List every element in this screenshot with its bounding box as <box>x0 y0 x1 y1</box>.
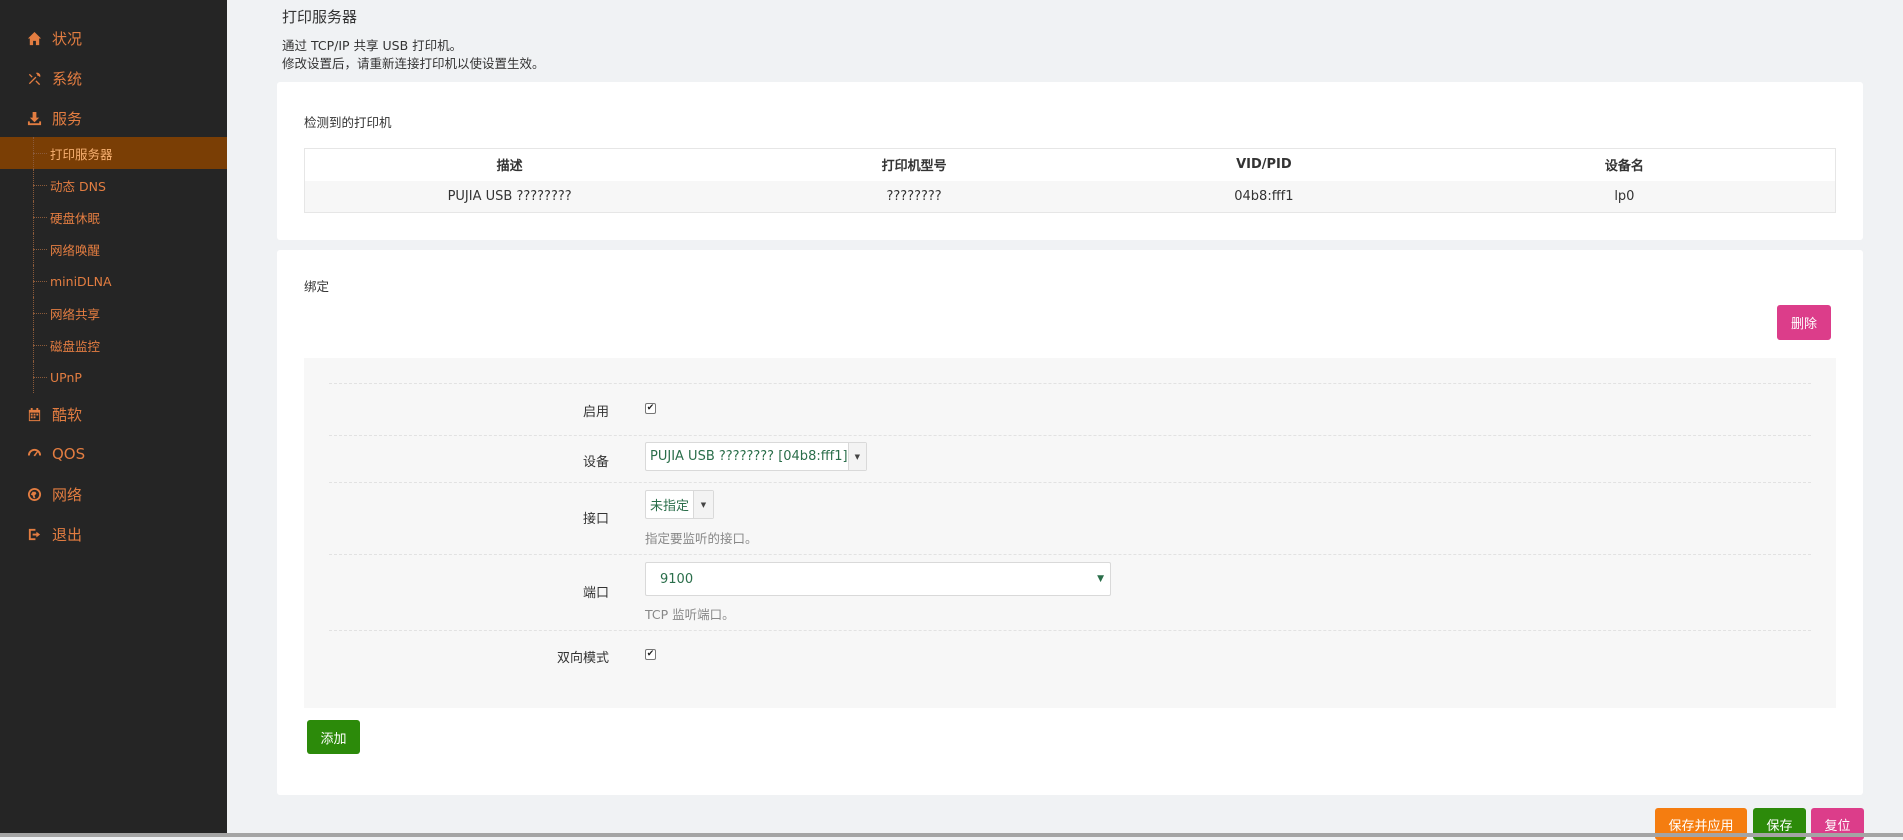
bidirectional-label: 双向模式 <box>556 651 609 666</box>
sidebar: 状况 系统 服务 打印服务器 动态 DNS 硬盘休眠 网络唤醒 miniDLNA… <box>0 0 227 837</box>
tools-icon <box>26 70 42 86</box>
column-header: VID/PID <box>1113 148 1414 181</box>
interface-hint: 指定要监听的接口。 <box>645 531 758 546</box>
bottom-strip <box>0 833 1903 837</box>
sidebar-item-label: 打印服务器 <box>50 146 113 162</box>
sidebar-item-network-share[interactable]: 网络共享 <box>0 297 227 329</box>
sidebar-item-minidlna[interactable]: miniDLNA <box>0 265 227 297</box>
download-icon <box>26 110 42 126</box>
sidebar-item-label: UPnP <box>50 369 82 385</box>
enable-checkbox[interactable]: ✔ <box>645 403 656 414</box>
add-button[interactable]: 添加 <box>307 720 360 754</box>
nav-status-label: 状况 <box>52 29 83 48</box>
sidebar-item-label: 硬盘休眠 <box>50 210 101 226</box>
chevron-down-icon: ▼ <box>1097 574 1104 584</box>
nav-services[interactable]: 服务 <box>0 100 227 136</box>
device-label: 设备 <box>582 455 609 470</box>
nav-logout[interactable]: 退出 <box>0 516 227 552</box>
binding-card: 绑定 删除 启用 ✔ 设备 PUJIA USB ???????? [04b8:f… <box>277 250 1863 795</box>
binding-title: 绑定 <box>304 279 330 294</box>
row-divider <box>329 383 1811 384</box>
nav-system-label: 系统 <box>52 69 83 88</box>
chevron-down-icon: ▼ <box>693 491 713 518</box>
port-select-value: 9100 <box>660 571 694 587</box>
column-header: 打印机型号 <box>714 148 1114 181</box>
enable-label: 启用 <box>582 405 609 420</box>
row-divider <box>329 554 1811 555</box>
nav-logout-label: 退出 <box>52 525 83 544</box>
nav-network[interactable]: 网络 <box>0 476 227 512</box>
device-select[interactable]: PUJIA USB ???????? [04b8:fff1] ▼ <box>645 442 867 471</box>
detected-printers-card: 检测到的打印机 描述 打印机型号 VID/PID 设备名 PUJIA USB ?… <box>277 82 1863 240</box>
port-select[interactable]: 9100 ▼ <box>645 562 1111 596</box>
column-header: 描述 <box>304 148 715 181</box>
delete-button[interactable]: 删除 <box>1777 305 1831 340</box>
services-submenu: 打印服务器 动态 DNS 硬盘休眠 网络唤醒 miniDLNA 网络共享 磁盘监… <box>0 137 227 393</box>
table-cell: lp0 <box>1413 180 1836 213</box>
sidebar-item-label: 网络唤醒 <box>50 242 101 258</box>
interface-label: 接口 <box>582 512 609 527</box>
main-content: 打印服务器 通过 TCP/IP 共享 USB 打印机。 修改设置后，请重新连接打… <box>227 0 1903 840</box>
column-header: 设备名 <box>1413 148 1836 181</box>
nav-software-label: 酷软 <box>52 405 83 424</box>
table-header-row: 描述 打印机型号 VID/PID 设备名 <box>304 148 1836 181</box>
bidirectional-checkbox[interactable]: ✔ <box>645 649 656 660</box>
chevron-down-icon: ▼ <box>847 443 866 470</box>
sidebar-item-label: 动态 DNS <box>50 178 106 194</box>
sidebar-item-label: 磁盘监控 <box>50 338 101 354</box>
nav-status[interactable]: 状况 <box>0 20 227 56</box>
sidebar-item-print-server[interactable]: 打印服务器 <box>0 137 227 169</box>
nav-qos[interactable]: QOS <box>0 436 227 472</box>
sidebar-item-upnp[interactable]: UPnP <box>0 361 227 393</box>
row-divider <box>329 435 1811 436</box>
page-description: 通过 TCP/IP 共享 USB 打印机。 <box>282 38 463 53</box>
sidebar-item-label: 网络共享 <box>50 306 101 322</box>
nav-qos-label: QOS <box>52 445 86 463</box>
page-description-note: 修改设置后，请重新连接打印机以使设置生效。 <box>282 56 545 71</box>
device-select-value: PUJIA USB ???????? [04b8:fff1] <box>650 449 848 464</box>
page-title: 打印服务器 <box>282 8 358 26</box>
sidebar-item-ddns[interactable]: 动态 DNS <box>0 169 227 201</box>
port-hint: TCP 监听端口。 <box>645 607 735 622</box>
sidebar-item-label: miniDLNA <box>50 273 112 289</box>
globe-icon <box>26 486 42 502</box>
row-divider <box>329 482 1811 483</box>
interface-select-value: 未指定 <box>650 499 690 514</box>
sidebar-item-hd-idle[interactable]: 硬盘休眠 <box>0 201 227 233</box>
gauge-icon <box>26 446 42 462</box>
nav-services-label: 服务 <box>52 109 83 128</box>
home-icon <box>26 30 42 46</box>
detected-printers-table: 描述 打印机型号 VID/PID 设备名 PUJIA USB ???????? … <box>304 148 1836 213</box>
table-cell: ???????? <box>714 180 1114 213</box>
calendar-icon <box>26 406 42 422</box>
interface-select[interactable]: 未指定 ▼ <box>645 490 714 519</box>
row-divider <box>329 630 1811 631</box>
nav-network-label: 网络 <box>52 485 83 504</box>
logout-icon <box>26 526 42 542</box>
table-cell: PUJIA USB ???????? <box>304 180 715 213</box>
sidebar-item-disk-monitor[interactable]: 磁盘监控 <box>0 329 227 361</box>
detected-printers-title: 检测到的打印机 <box>304 115 392 130</box>
table-cell: 04b8:fff1 <box>1113 180 1414 213</box>
port-label: 端口 <box>582 586 609 601</box>
table-row: PUJIA USB ???????? ???????? 04b8:fff1 lp… <box>304 180 1836 213</box>
nav-system[interactable]: 系统 <box>0 60 227 96</box>
sidebar-item-wol[interactable]: 网络唤醒 <box>0 233 227 265</box>
binding-form: 启用 ✔ 设备 PUJIA USB ???????? [04b8:fff1] ▼… <box>304 358 1836 708</box>
nav-software[interactable]: 酷软 <box>0 396 227 432</box>
